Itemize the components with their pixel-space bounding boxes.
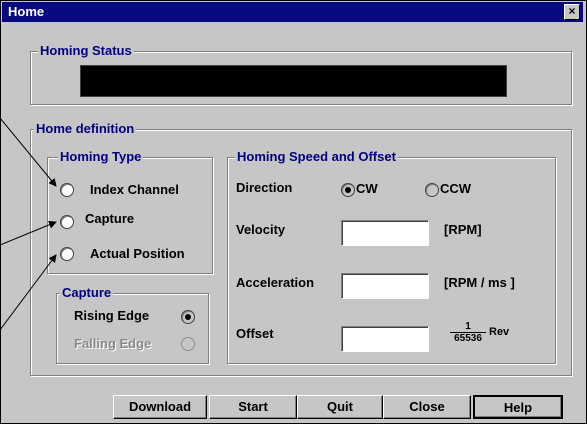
arrow-to-capture [0, 220, 57, 246]
annotation-arrows [0, 117, 57, 331]
arrow-to-actual-position [0, 254, 57, 331]
arrow-to-index-channel [0, 117, 57, 187]
